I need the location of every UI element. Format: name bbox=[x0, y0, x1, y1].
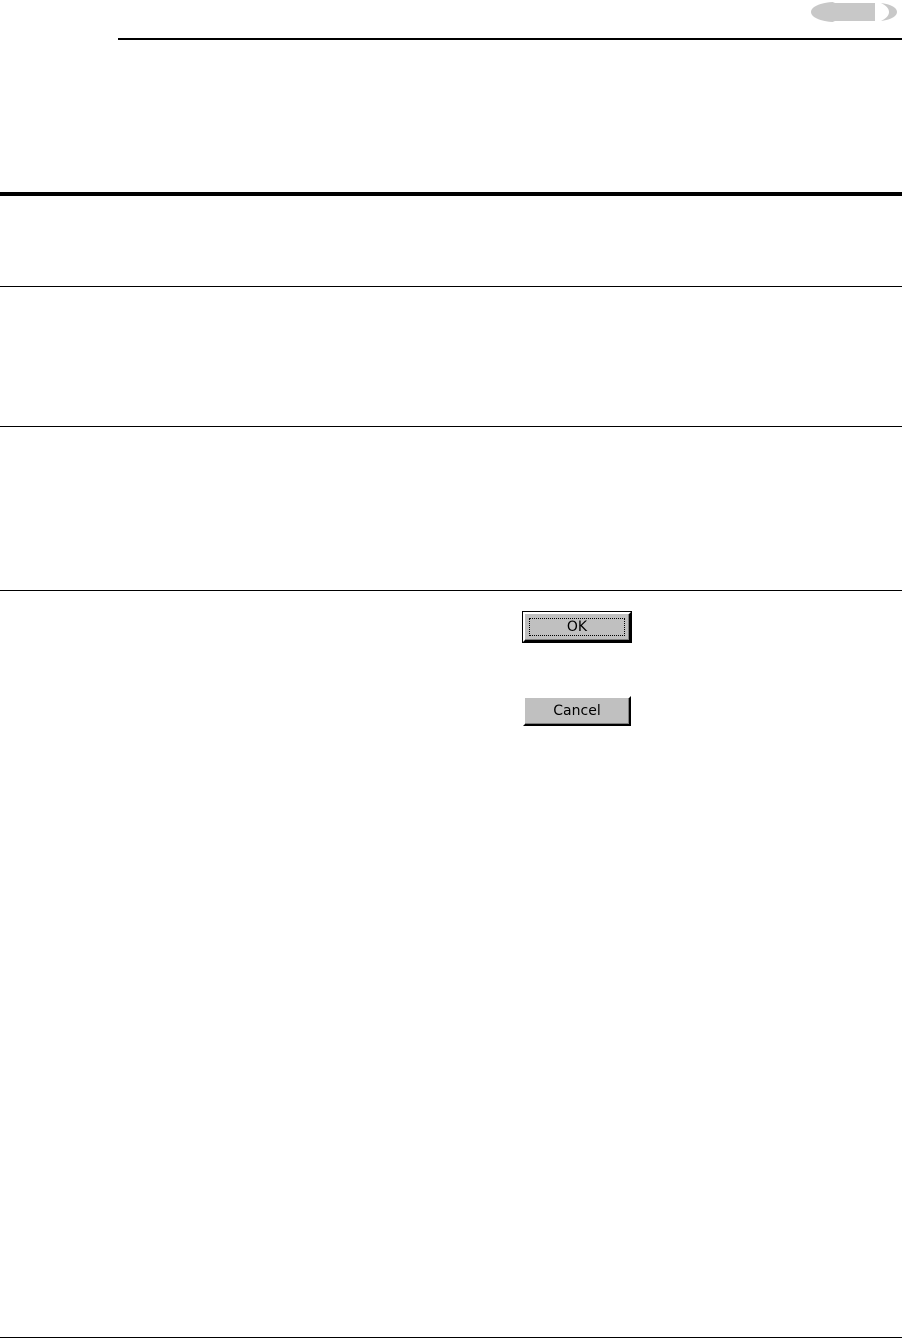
section-divider bbox=[0, 590, 902, 591]
ok-button[interactable]: OK bbox=[522, 611, 632, 643]
section-divider bbox=[0, 286, 902, 287]
footer-divider bbox=[0, 1337, 902, 1338]
cancel-button-label: Cancel bbox=[553, 703, 601, 719]
ok-button-label: OK bbox=[566, 619, 588, 635]
section-divider bbox=[0, 426, 902, 427]
header-divider bbox=[118, 38, 902, 40]
cancel-button[interactable]: Cancel bbox=[523, 696, 631, 726]
section-divider-thick bbox=[0, 192, 902, 196]
logo-mark-icon bbox=[811, 2, 897, 22]
